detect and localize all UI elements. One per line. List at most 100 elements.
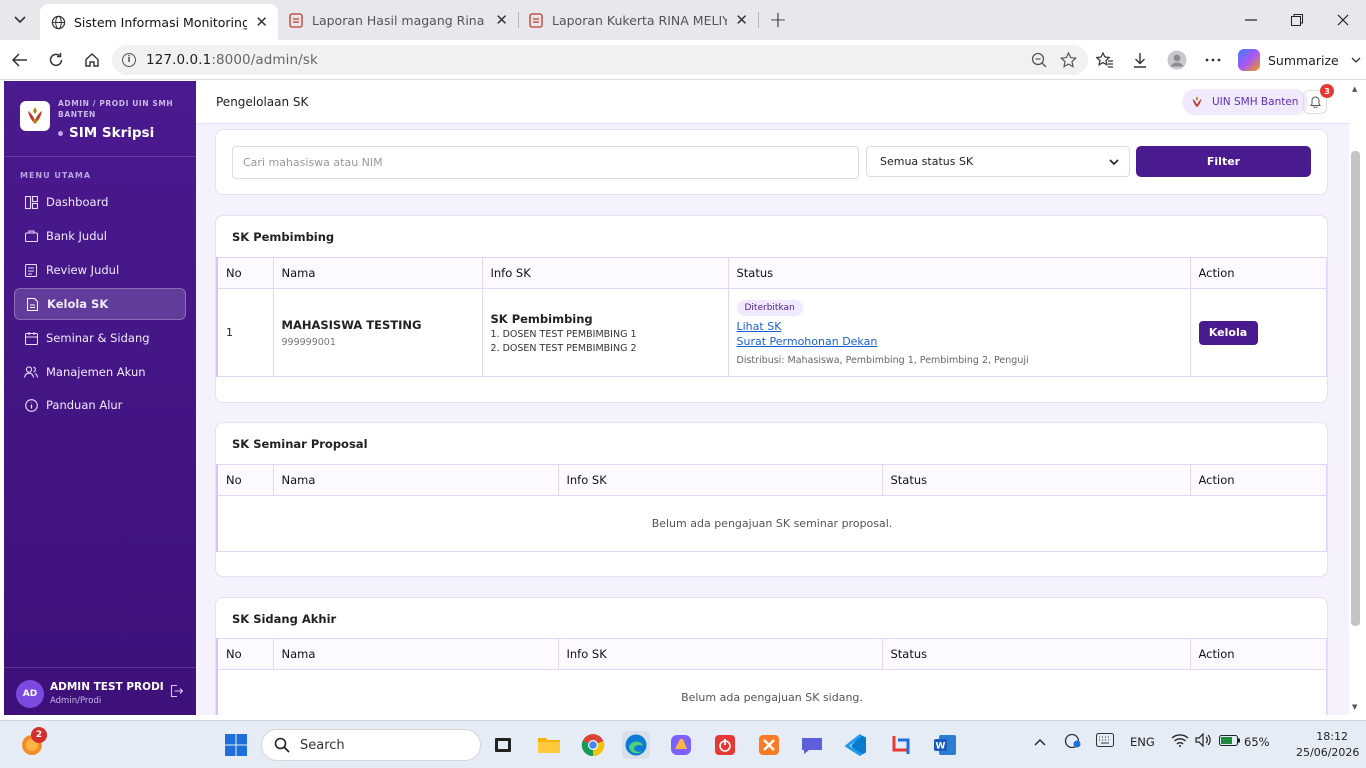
action-cell: Kelola — [1189, 288, 1327, 377]
top-header: Pengelolaan SK UIN SMH Banten 3 — [196, 81, 1349, 124]
section-title: SK Seminar Proposal — [232, 437, 368, 451]
windows-icon — [225, 734, 247, 756]
tab-list-dropdown-button[interactable] — [6, 7, 34, 33]
sk-pembimbing-table: No Nama Info SK Status Action 1 MAHASISW… — [216, 257, 1327, 377]
close-tab-icon[interactable]: ✕ — [495, 11, 508, 29]
main-content: Pengelolaan SK UIN SMH Banten 3 Semua st… — [196, 81, 1349, 715]
copilot-app-icon[interactable] — [667, 731, 695, 759]
tray-chevron-up-icon[interactable] — [1034, 735, 1046, 749]
site-info-icon[interactable]: i — [122, 53, 136, 67]
page-scrollbar[interactable]: ▲ ▼ — [1349, 81, 1363, 715]
minimize-button[interactable] — [1228, 0, 1274, 40]
sidebar-item-manajemen-akun[interactable]: Manajemen Akun — [14, 356, 186, 388]
keyboard-icon[interactable] — [1096, 733, 1114, 750]
onedrive-sync-icon[interactable] — [1064, 733, 1082, 752]
pdf-icon — [528, 12, 544, 28]
vscode-icon[interactable] — [842, 731, 870, 759]
close-window-button[interactable] — [1320, 0, 1366, 40]
sidebar-item-panduan-alur[interactable]: Panduan Alur — [14, 389, 186, 421]
table-header-row: No Nama Info SK Status Action — [216, 257, 1327, 289]
empty-state-text: Belum ada pengajuan SK sidang. — [216, 669, 1327, 715]
empty-state-text: Belum ada pengajuan SK seminar proposal. — [216, 495, 1327, 552]
xampp-icon[interactable] — [755, 731, 783, 759]
new-tab-button[interactable]: + — [764, 6, 792, 34]
column-header: Action — [1189, 638, 1327, 670]
sidebar-item-label: Kelola SK — [47, 297, 109, 311]
close-tab-icon[interactable]: ✕ — [255, 13, 268, 31]
sk-seminar-table: No Nama Info SK Status Action Belum ada … — [216, 464, 1327, 552]
view-sk-link[interactable]: Lihat SK — [737, 320, 1182, 333]
favorite-star-icon[interactable] — [1059, 51, 1077, 69]
pdf-icon — [288, 12, 304, 28]
column-header: Status — [727, 257, 1191, 289]
scroll-down-icon[interactable]: ▼ — [1352, 703, 1357, 711]
word-icon[interactable]: W — [931, 731, 959, 759]
url-text: 127.0.0.1:8000/admin/sk — [146, 52, 318, 68]
start-button[interactable] — [222, 731, 250, 759]
sidebar-item-review-judul[interactable]: Review Judul — [14, 254, 186, 286]
dean-request-letter-link[interactable]: Surat Permohonan Dekan — [737, 335, 1182, 348]
calendar-icon — [24, 331, 38, 345]
minimize-icon — [1245, 19, 1257, 21]
globe-icon — [50, 14, 66, 30]
more-menu-icon[interactable] — [1203, 50, 1223, 70]
sidebar-item-seminar-sidang[interactable]: Seminar & Sidang — [14, 322, 186, 354]
windows-taskbar: 2 Search W ENG 65% 18:12 25/06/2026 — [0, 720, 1366, 768]
dashboard-icon — [24, 195, 38, 209]
language-indicator[interactable]: ENG — [1130, 735, 1155, 749]
browser-tab[interactable]: Laporan Kukerta RINA MELIYANA.pdf ✕ — [518, 4, 758, 36]
chrome-icon[interactable] — [579, 731, 607, 759]
scrollbar-thumb[interactable] — [1351, 151, 1360, 626]
profile-avatar-icon[interactable] — [1167, 50, 1187, 70]
app-title: SIM Skripsi — [58, 125, 154, 141]
student-name: MAHASISWA TESTING — [281, 317, 422, 332]
wifi-icon[interactable] — [1171, 733, 1189, 750]
app-chat-icon[interactable] — [798, 731, 826, 759]
kelola-button[interactable]: Kelola — [1198, 320, 1258, 345]
user-footer: AD ADMIN TEST PRODI Admin/Prodi — [4, 667, 196, 715]
snipping-tool-icon[interactable] — [887, 731, 915, 759]
address-bar[interactable]: i 127.0.0.1:8000/admin/sk — [112, 45, 1088, 75]
logout-icon[interactable] — [170, 684, 184, 699]
table-header-row: No Nama Info SK Status Action — [216, 464, 1327, 496]
browser-tab[interactable]: Laporan Hasil magang Rina Meliyana ✕ — [278, 4, 518, 36]
tab-separator — [758, 12, 759, 28]
notification-count-badge: 3 — [1320, 84, 1334, 98]
refresh-icon — [49, 53, 63, 67]
chevron-down-icon — [1109, 158, 1119, 165]
file-explorer-icon[interactable] — [535, 731, 563, 759]
browser-tab-active[interactable]: Sistem Informasi Monitoring Skripsi ✕ — [40, 4, 278, 40]
favorites-icon[interactable] — [1095, 50, 1115, 70]
sidebar-item-label: Review Judul — [46, 263, 120, 277]
sidebar-item-dashboard[interactable]: Dashboard — [14, 186, 186, 218]
info-icon — [24, 398, 38, 412]
refresh-button[interactable] — [42, 46, 70, 74]
taskbar-search[interactable]: Search — [261, 729, 481, 761]
svg-text:W: W — [936, 742, 946, 752]
home-button[interactable] — [78, 46, 106, 74]
browser-tab-strip: Sistem Informasi Monitoring Skripsi ✕ La… — [0, 0, 1366, 40]
close-tab-icon[interactable]: ✕ — [735, 11, 748, 29]
summarize-button[interactable]: Summarize — [1238, 48, 1361, 72]
zoom-out-icon[interactable] — [1030, 51, 1048, 69]
filter-button[interactable]: Filter — [1136, 146, 1311, 177]
sidebar-item-bank-judul[interactable]: Bank Judul — [14, 220, 186, 252]
back-button[interactable] — [6, 46, 34, 74]
edge-icon[interactable] — [622, 731, 650, 759]
downloads-icon[interactable] — [1130, 50, 1150, 70]
battery-icon[interactable] — [1219, 733, 1241, 750]
search-input[interactable] — [232, 146, 859, 179]
scroll-up-icon[interactable]: ▲ — [1352, 85, 1357, 93]
volume-icon[interactable] — [1195, 732, 1211, 750]
supervisor-line: 1. DOSEN TEST PEMBIMBING 1 — [490, 328, 637, 340]
sidebar-item-kelola-sk[interactable]: Kelola SK — [14, 288, 186, 320]
system-clock[interactable]: 18:12 25/06/2026 — [1296, 729, 1359, 761]
restore-button[interactable] — [1274, 0, 1320, 40]
app-power-icon[interactable] — [711, 731, 739, 759]
task-view-icon[interactable] — [489, 731, 517, 759]
avatar: AD — [16, 680, 44, 708]
status-select[interactable]: Semua status SK — [866, 146, 1130, 177]
org-chip[interactable]: UIN SMH Banten — [1182, 89, 1309, 115]
org-label: ADMIN / PRODI UIN SMH BANTEN — [58, 99, 174, 119]
column-header: Info SK — [557, 638, 883, 670]
